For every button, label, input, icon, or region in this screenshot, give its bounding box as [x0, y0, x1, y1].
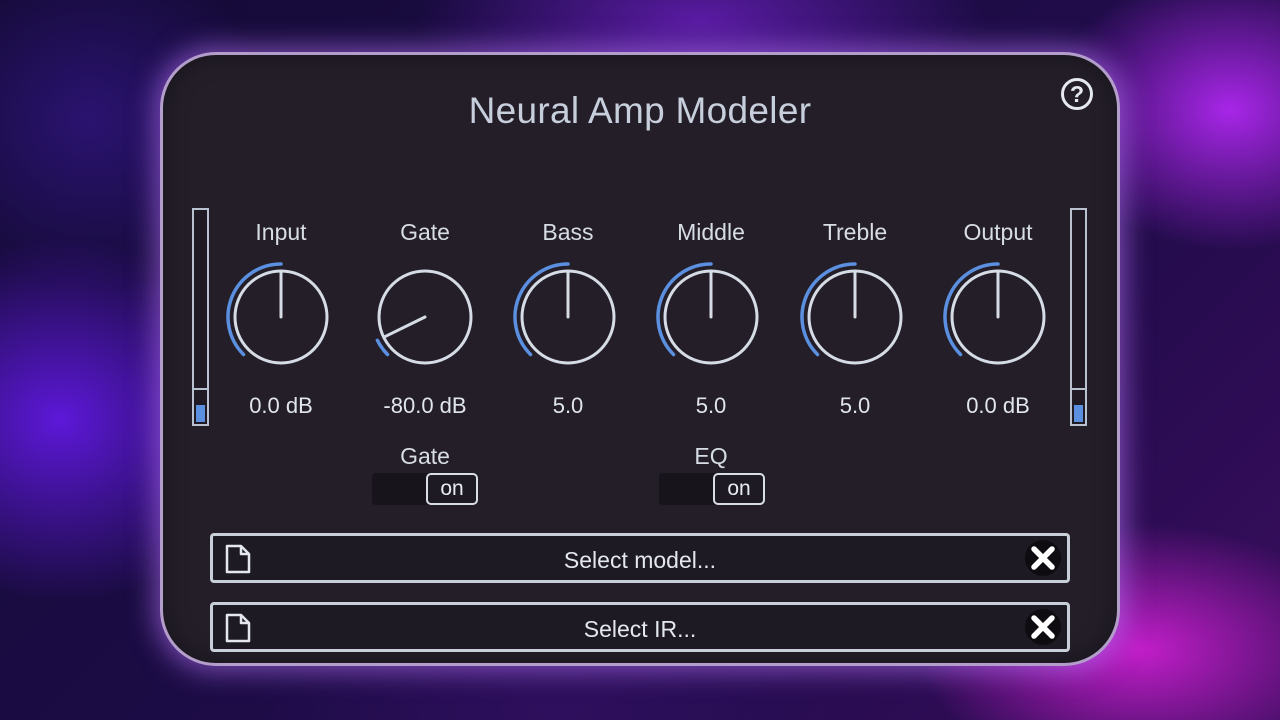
gate-switch-label: Gate [400, 443, 450, 469]
gate-toggle[interactable]: on [372, 473, 478, 505]
knob-label-output: Output [963, 219, 1033, 245]
meter-tick [1072, 388, 1085, 390]
knob-value-gate: -80.0 dB [383, 393, 467, 418]
input-knob[interactable] [226, 262, 336, 372]
close-icon [1031, 546, 1055, 570]
clear-model-button[interactable] [1025, 540, 1061, 576]
knob-value-middle: 5.0 [695, 393, 727, 418]
treble-knob[interactable] [800, 262, 910, 372]
gate-knob[interactable] [370, 262, 480, 372]
clear-ir-button[interactable] [1025, 609, 1061, 645]
help-button[interactable]: ? [1061, 78, 1093, 110]
knob-value-bass: 5.0 [552, 393, 584, 418]
close-icon [1031, 615, 1055, 639]
middle-knob[interactable] [656, 262, 766, 372]
meter-fill [1074, 405, 1083, 422]
knob-label-input: Input [255, 219, 307, 245]
model-selector-label: Select model... [563, 547, 717, 573]
meter-fill [196, 405, 205, 422]
gate-toggle-thumb[interactable]: on [426, 473, 478, 505]
eq-switch-label: EQ [694, 443, 728, 469]
input-meter [192, 208, 209, 426]
knob-label-treble: Treble [822, 219, 888, 245]
ir-selector[interactable]: Select IR... [210, 602, 1070, 652]
meter-tick [194, 388, 207, 390]
eq-toggle[interactable]: on [659, 473, 765, 505]
knob-value-treble: 5.0 [839, 393, 871, 418]
knob-value-output: 0.0 dB [966, 393, 1030, 418]
output-knob[interactable] [943, 262, 1053, 372]
eq-toggle-thumb[interactable]: on [713, 473, 765, 505]
model-selector[interactable]: Select model... [210, 533, 1070, 583]
knob-label-gate: Gate [400, 219, 450, 245]
output-meter [1070, 208, 1087, 426]
knob-label-middle: Middle [677, 219, 745, 245]
knob-value-input: 0.0 dB [249, 393, 313, 418]
ir-selector-label: Select IR... [583, 616, 697, 642]
knob-label-bass: Bass [542, 219, 594, 245]
bass-knob[interactable] [513, 262, 623, 372]
